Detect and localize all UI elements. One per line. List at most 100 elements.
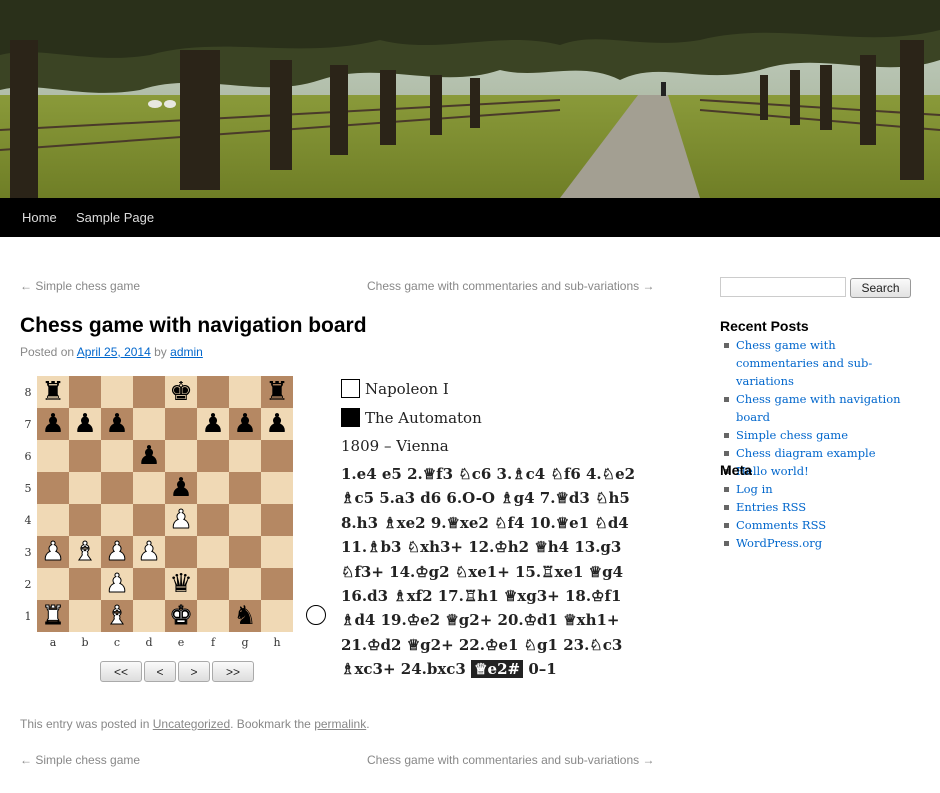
- first-move-button[interactable]: <<: [100, 661, 142, 682]
- square-c6[interactable]: [101, 440, 133, 472]
- black-pawn-icon[interactable]: ♟: [233, 408, 256, 440]
- square-g8[interactable]: [229, 376, 261, 408]
- next-post-link-bottom[interactable]: Chess game with commentaries and sub-var…: [367, 753, 654, 767]
- black-pawn-icon[interactable]: ♟: [73, 408, 96, 440]
- square-c4[interactable]: [101, 504, 133, 536]
- recent-post-link[interactable]: Chess game with commentaries and sub-var…: [720, 336, 916, 390]
- square-c3[interactable]: ♟: [101, 536, 133, 568]
- square-g7[interactable]: ♟: [229, 408, 261, 440]
- square-a6[interactable]: [37, 440, 69, 472]
- square-e4[interactable]: ♟: [165, 504, 197, 536]
- square-f5[interactable]: [197, 472, 229, 504]
- black-knight-icon[interactable]: ♞: [233, 600, 256, 632]
- prev-post-link-bottom[interactable]: ← Simple chess game: [20, 753, 140, 767]
- move-text[interactable]: 1.e4 e5 2.♕f3 ♘c6 3.♗c4 ♘f6 4.♘e2 ♗c5 5.…: [341, 465, 635, 678]
- author-link[interactable]: admin: [170, 345, 203, 359]
- permalink-link[interactable]: permalink: [314, 717, 366, 731]
- white-bishop-icon[interactable]: ♝: [73, 536, 97, 568]
- square-a2[interactable]: [37, 568, 69, 600]
- square-e8[interactable]: ♚: [165, 376, 197, 408]
- black-pawn-icon[interactable]: ♟: [265, 408, 288, 440]
- black-king-icon[interactable]: ♚: [169, 376, 192, 408]
- square-g5[interactable]: [229, 472, 261, 504]
- square-f6[interactable]: [197, 440, 229, 472]
- square-b6[interactable]: [69, 440, 101, 472]
- square-h4[interactable]: [261, 504, 293, 536]
- square-g3[interactable]: [229, 536, 261, 568]
- square-a4[interactable]: [37, 504, 69, 536]
- square-h2[interactable]: [261, 568, 293, 600]
- square-c8[interactable]: [101, 376, 133, 408]
- square-b7[interactable]: ♟: [69, 408, 101, 440]
- square-d7[interactable]: [133, 408, 165, 440]
- search-input[interactable]: [720, 277, 846, 297]
- square-h6[interactable]: [261, 440, 293, 472]
- square-g2[interactable]: [229, 568, 261, 600]
- black-pawn-icon[interactable]: ♟: [201, 408, 224, 440]
- current-move[interactable]: ♕e2#: [471, 660, 524, 679]
- white-pawn-icon[interactable]: ♟: [41, 536, 65, 568]
- square-e2[interactable]: ♛: [165, 568, 197, 600]
- comments-rss-link[interactable]: Comments RSS: [720, 516, 916, 534]
- square-a8[interactable]: ♜: [37, 376, 69, 408]
- square-c5[interactable]: [101, 472, 133, 504]
- prev-post-link-top[interactable]: ← Simple chess game: [20, 279, 140, 293]
- white-pawn-icon[interactable]: ♟: [105, 536, 129, 568]
- square-e7[interactable]: [165, 408, 197, 440]
- white-rook-icon[interactable]: ♜: [41, 600, 65, 632]
- post-date-link[interactable]: April 25, 2014: [77, 345, 151, 359]
- white-pawn-icon[interactable]: ♟: [137, 536, 161, 568]
- white-king-icon[interactable]: ♚: [169, 600, 193, 632]
- square-a7[interactable]: ♟: [37, 408, 69, 440]
- square-h5[interactable]: [261, 472, 293, 504]
- square-b4[interactable]: [69, 504, 101, 536]
- square-h1[interactable]: [261, 600, 293, 632]
- white-pawn-icon[interactable]: ♟: [169, 504, 193, 536]
- square-e6[interactable]: [165, 440, 197, 472]
- square-h8[interactable]: ♜: [261, 376, 293, 408]
- black-pawn-icon[interactable]: ♟: [41, 408, 64, 440]
- square-b3[interactable]: ♝: [69, 536, 101, 568]
- square-b1[interactable]: [69, 600, 101, 632]
- nav-home[interactable]: Home: [22, 198, 57, 238]
- recent-post-link[interactable]: Chess game with navigation board: [720, 390, 916, 426]
- square-c1[interactable]: ♝: [101, 600, 133, 632]
- recent-post-link[interactable]: Chess diagram example: [720, 444, 916, 462]
- square-g1[interactable]: ♞: [229, 600, 261, 632]
- square-a1[interactable]: ♜: [37, 600, 69, 632]
- square-f1[interactable]: [197, 600, 229, 632]
- square-b2[interactable]: [69, 568, 101, 600]
- square-a5[interactable]: [37, 472, 69, 504]
- square-d8[interactable]: [133, 376, 165, 408]
- square-e5[interactable]: ♟: [165, 472, 197, 504]
- black-rook-icon[interactable]: ♜: [41, 376, 64, 408]
- login-link[interactable]: Log in: [720, 480, 916, 498]
- square-g6[interactable]: [229, 440, 261, 472]
- last-move-button[interactable]: >>: [212, 661, 254, 682]
- square-f4[interactable]: [197, 504, 229, 536]
- square-f7[interactable]: ♟: [197, 408, 229, 440]
- square-d2[interactable]: [133, 568, 165, 600]
- square-f8[interactable]: [197, 376, 229, 408]
- square-f3[interactable]: [197, 536, 229, 568]
- black-pawn-icon[interactable]: ♟: [137, 440, 160, 472]
- square-d3[interactable]: ♟: [133, 536, 165, 568]
- wordpress-org-link[interactable]: WordPress.org: [720, 534, 916, 552]
- square-h7[interactable]: ♟: [261, 408, 293, 440]
- square-d5[interactable]: [133, 472, 165, 504]
- square-c7[interactable]: ♟: [101, 408, 133, 440]
- square-f2[interactable]: [197, 568, 229, 600]
- search-button[interactable]: Search: [850, 278, 911, 298]
- next-post-link-top[interactable]: Chess game with commentaries and sub-var…: [367, 279, 654, 293]
- square-b8[interactable]: [69, 376, 101, 408]
- white-pawn-icon[interactable]: ♟: [105, 568, 129, 600]
- recent-post-link[interactable]: Simple chess game: [720, 426, 916, 444]
- square-a3[interactable]: ♟: [37, 536, 69, 568]
- category-link[interactable]: Uncategorized: [153, 717, 230, 731]
- square-e1[interactable]: ♚: [165, 600, 197, 632]
- square-b5[interactable]: [69, 472, 101, 504]
- black-pawn-icon[interactable]: ♟: [105, 408, 128, 440]
- square-c2[interactable]: ♟: [101, 568, 133, 600]
- black-pawn-icon[interactable]: ♟: [169, 472, 192, 504]
- black-rook-icon[interactable]: ♜: [265, 376, 288, 408]
